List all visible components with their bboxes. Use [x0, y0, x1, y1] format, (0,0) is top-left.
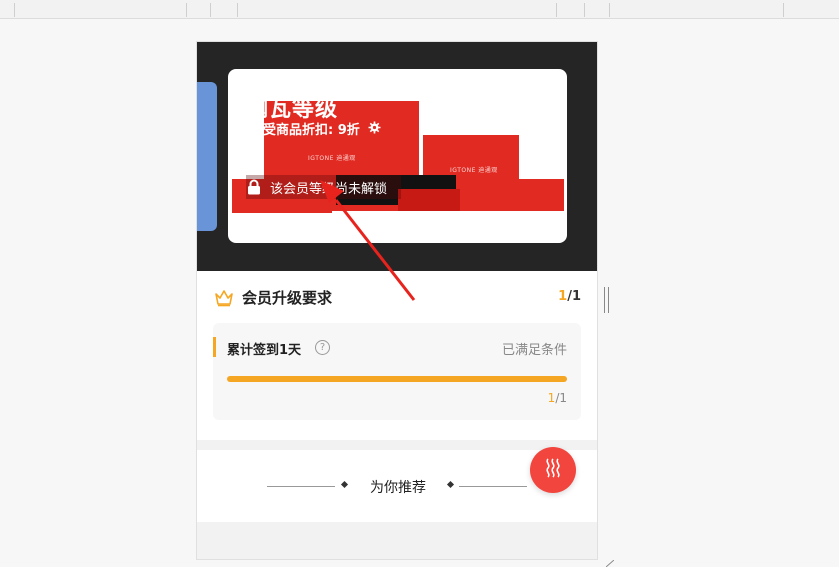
lock-icon — [246, 179, 262, 195]
member-level-header: IGTONE 迪通观 IGTONE 迪通观 钢瓦等级 享受商品折扣: 9折 该会… — [197, 42, 597, 271]
waves-icon — [543, 457, 563, 483]
ruler-tick — [237, 3, 238, 17]
condition-count-total: /1 — [555, 391, 567, 405]
level-discount: 享受商品折扣: 9折 — [250, 119, 381, 138]
requirements-count-total: /1 — [567, 289, 581, 304]
banner-brand-text: IGTONE 迪通观 — [450, 167, 498, 174]
gear-icon — [368, 121, 381, 138]
condition-progress — [227, 376, 567, 382]
banner-brand-text: IGTONE 迪通观 — [308, 155, 356, 162]
requirements-title: 会员升级要求 — [242, 289, 333, 307]
top-ruler — [0, 0, 839, 19]
resize-grip-icon[interactable] — [606, 560, 614, 567]
requirements-count: 1/1 — [558, 289, 581, 304]
recommend-divider-right — [459, 486, 527, 487]
ruler-tick — [584, 3, 585, 17]
level-banner[interactable]: IGTONE 迪通观 IGTONE 迪通观 钢瓦等级 享受商品折扣: 9折 该会… — [228, 69, 567, 243]
banner-red-box — [398, 189, 460, 211]
ruler-tick — [14, 3, 15, 17]
banner-red-box — [500, 179, 564, 211]
floating-action-button[interactable] — [530, 447, 576, 493]
condition-card: 累计签到1天 ? 已满足条件 1/1 — [213, 323, 581, 420]
lock-notice: 该会员等级尚未解锁 — [246, 175, 401, 199]
ruler-tick — [609, 3, 610, 17]
splitter-handle[interactable] — [604, 287, 609, 313]
ruler-tick — [783, 3, 784, 17]
ruler-tick — [210, 3, 211, 17]
ruler-tick — [556, 3, 557, 17]
condition-progress-fill — [227, 376, 567, 382]
ruler-tick — [186, 3, 187, 17]
condition-status: 已满足条件 — [501, 343, 567, 358]
previous-level-card[interactable] — [197, 82, 217, 231]
lock-text: 该会员等级尚未解锁 — [270, 181, 388, 197]
requirements-count-current: 1 — [558, 289, 568, 304]
upgrade-requirements: 会员升级要求 1/1 累计签到1天 ? 已满足条件 1/1 — [197, 271, 597, 440]
condition-accent-bar — [213, 337, 216, 357]
requirements-header: 会员升级要求 — [214, 287, 332, 308]
condition-count: 1/1 — [548, 391, 567, 405]
crown-icon — [214, 289, 234, 307]
level-discount-text: 享受商品折扣: 9折 — [250, 123, 360, 138]
help-icon[interactable]: ? — [315, 340, 330, 355]
condition-name: 累计签到1天 — [227, 343, 302, 358]
